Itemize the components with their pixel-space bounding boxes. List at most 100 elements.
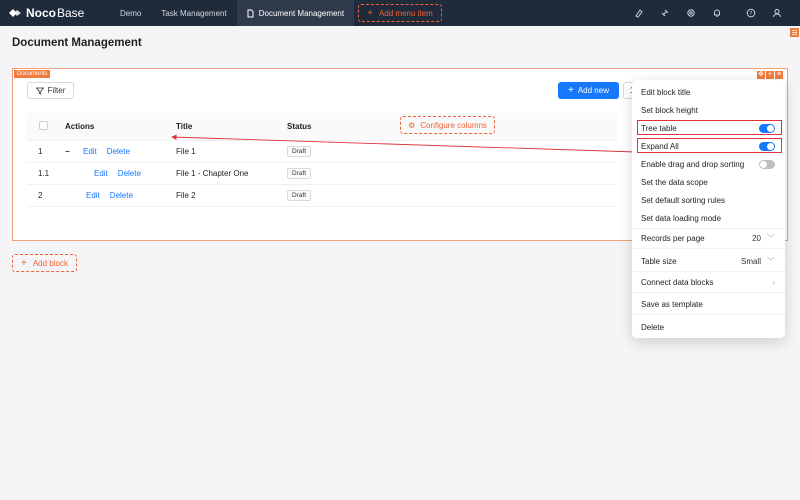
plugin-icon[interactable] — [652, 0, 678, 26]
menu-label: Edit block title — [641, 87, 691, 97]
row-actions: Edit Delete — [65, 184, 176, 207]
drag-sort-toggle[interactable] — [759, 159, 775, 169]
chevron-down-icon: ﹀ — [767, 256, 775, 266]
menu-label: Table size — [641, 256, 677, 266]
block-settings-menu: Edit block title Set block height Tree t… — [632, 80, 785, 338]
configure-columns-label: Configure columns — [420, 120, 487, 130]
records-per-page-value: 20 — [752, 233, 761, 243]
delete-link[interactable]: Delete — [107, 147, 130, 156]
block-settings-icon[interactable]: ≡ — [775, 71, 783, 79]
help-icon[interactable]: ? — [738, 0, 764, 26]
settings-icon[interactable] — [678, 0, 704, 26]
block-toolbar: ✥ + ≡ — [757, 71, 783, 79]
logo-mark-icon — [9, 9, 21, 17]
select-all-checkbox[interactable] — [39, 120, 48, 130]
table-row: 1 − Edit Delete File 1 Draft — [27, 140, 617, 163]
logo-text: Noco — [26, 6, 56, 20]
configure-columns-button[interactable]: ⚙ Configure columns — [400, 116, 495, 134]
menu-item-edit-block-title[interactable]: Edit block title — [632, 83, 785, 101]
status-badge: Draft — [287, 145, 312, 157]
nav-item-document-management[interactable]: Document Management — [236, 0, 355, 26]
table-row: 2 Edit Delete File 2 Draft — [27, 184, 617, 207]
row-title: File 1 - Chapter One — [176, 162, 287, 185]
menu-label: Save as template — [641, 299, 703, 309]
table-header-row: Actions Title Status — [27, 113, 617, 141]
svg-text:?: ? — [750, 11, 753, 17]
plus-icon: + — [367, 7, 373, 19]
menu-item-table-size[interactable]: Table size Small ﹀ — [632, 252, 785, 270]
nav-label: Demo — [120, 8, 142, 18]
collapse-row-button[interactable]: − — [65, 147, 79, 156]
document-icon — [247, 9, 254, 17]
menu-divider — [632, 292, 785, 293]
logo-text-base: Base — [57, 6, 85, 20]
menu-item-data-scope[interactable]: Set the data scope — [632, 173, 785, 191]
menu-divider — [632, 271, 785, 272]
plus-icon: + — [21, 257, 27, 269]
table-row: 1.1 Edit Delete File 1 - Chapter One Draf… — [27, 162, 617, 185]
nocobase-logo[interactable]: Noco Base — [8, 6, 110, 20]
menu-label: Set block height — [641, 105, 698, 115]
row-status: Draft — [287, 184, 617, 207]
table-size-value: Small — [740, 256, 761, 266]
row-title: File 1 — [176, 140, 287, 163]
menu-item-set-block-height[interactable]: Set block height — [632, 101, 785, 119]
filter-label: Filter — [47, 86, 66, 95]
edit-link[interactable]: Edit — [86, 191, 100, 200]
add-new-button[interactable]: + Add new — [558, 82, 619, 99]
menu-item-delete[interactable]: Delete — [632, 318, 785, 336]
row-actions: − Edit Delete — [65, 140, 176, 163]
add-menu-item-button[interactable]: + Add menu item — [358, 4, 442, 22]
add-new-label: Add new — [577, 86, 609, 95]
top-icon-group: ? — [626, 0, 790, 26]
row-index: 1 — [27, 140, 65, 163]
menu-item-connect-data-blocks[interactable]: Connect data blocks › — [632, 273, 785, 291]
chevron-down-icon: ﹀ — [767, 233, 775, 243]
page-settings-icon[interactable] — [790, 28, 799, 39]
menu-item-loading-mode[interactable]: Set data loading mode — [632, 209, 785, 227]
gear-icon: ⚙ — [408, 120, 416, 130]
chevron-right-icon: › — [772, 277, 775, 287]
highlighter-icon[interactable] — [626, 0, 652, 26]
menu-item-sorting-rules[interactable]: Set default sorting rules — [632, 191, 785, 209]
row-index: 1.1 — [27, 162, 65, 185]
nav-label: Task Management — [161, 8, 227, 18]
menu-divider — [632, 314, 785, 315]
row-actions: Edit Delete — [65, 162, 176, 185]
filter-button[interactable]: Filter — [27, 82, 74, 99]
add-block-button[interactable]: + Add block — [12, 254, 77, 272]
filter-icon — [35, 87, 44, 95]
expand-all-highlight — [637, 138, 782, 153]
row-title: File 2 — [176, 184, 287, 207]
nav-item-demo[interactable]: Demo — [110, 0, 151, 26]
menu-item-drag-sort[interactable]: Enable drag and drop sorting — [632, 155, 785, 173]
menu-label: Enable drag and drop sorting — [641, 159, 745, 169]
block-tag: Documents — [14, 70, 51, 78]
menu-label: Delete — [641, 322, 665, 332]
add-block-label: Add block — [32, 258, 68, 268]
tree-table-highlight — [637, 120, 782, 135]
drag-handle-icon[interactable]: ✥ — [757, 71, 765, 79]
edit-link[interactable]: Edit — [94, 169, 108, 178]
menu-label: Connect data blocks — [641, 277, 714, 287]
page-title: Document Management — [12, 37, 142, 49]
delete-link[interactable]: Delete — [118, 169, 141, 178]
add-icon[interactable]: + — [766, 71, 774, 79]
bell-icon[interactable] — [704, 0, 730, 26]
plus-icon: + — [568, 85, 574, 96]
row-status: Draft — [287, 162, 617, 185]
status-badge: Draft — [287, 167, 312, 179]
user-icon[interactable] — [764, 0, 790, 26]
column-header-actions: Actions — [65, 113, 176, 141]
menu-item-records-per-page[interactable]: Records per page 20 ﹀ — [632, 229, 785, 247]
edit-link[interactable]: Edit — [83, 147, 97, 156]
add-menu-item-label: Add menu item — [378, 8, 433, 18]
nav-item-task-management[interactable]: Task Management — [151, 0, 236, 26]
delete-link[interactable]: Delete — [110, 191, 133, 200]
documents-table: Actions Title Status 1 − Edit Delete File … — [27, 113, 617, 207]
top-navigation-bar: Noco Base Demo Task Management Document M… — [0, 0, 800, 26]
column-header-title: Title — [176, 113, 287, 141]
row-index: 2 — [27, 184, 65, 207]
menu-item-save-as-template[interactable]: Save as template — [632, 295, 785, 313]
nav-label: Document Management — [258, 8, 345, 18]
